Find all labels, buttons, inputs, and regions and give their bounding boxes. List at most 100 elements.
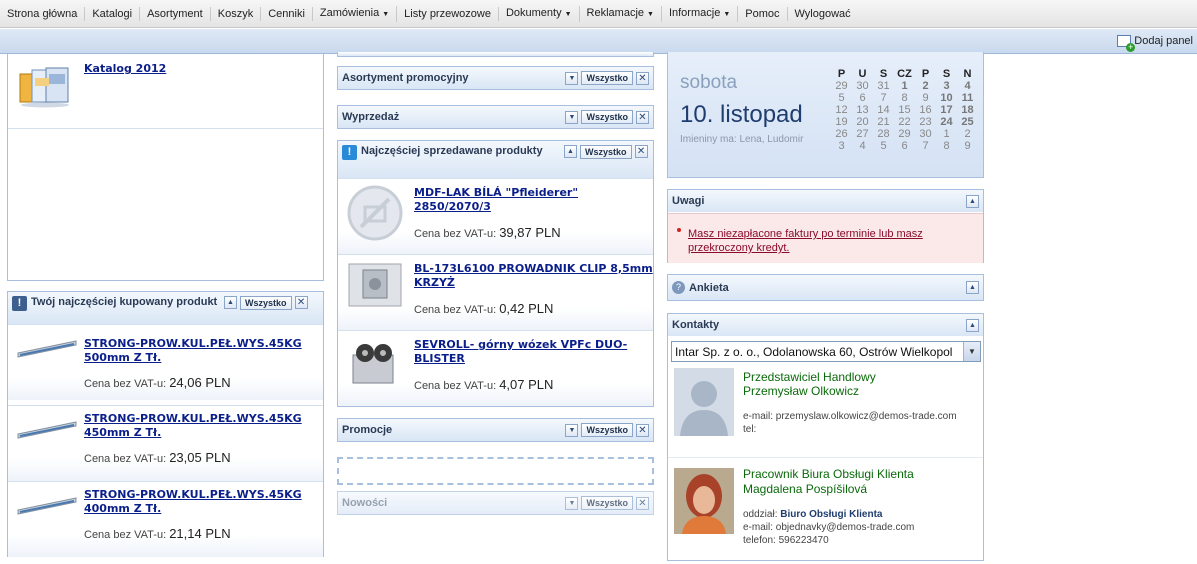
calendar-day[interactable]: 2 [957, 128, 978, 140]
product-link[interactable]: STRONG-PROW.KUL.PEŁ.WYS.45KG 400mm Z Tł. [84, 488, 324, 516]
calendar-day[interactable]: 22 [894, 116, 915, 128]
nameday: Imieniny ma: Lena, Ludomir [680, 134, 804, 145]
calendar-day[interactable]: 9 [915, 92, 936, 104]
calendar-day[interactable]: 21 [873, 116, 894, 128]
company-select[interactable]: Intar Sp. z o. o., Odolanowska 60, Ostró… [671, 341, 981, 362]
calendar-day[interactable]: 16 [915, 104, 936, 116]
calendar-day[interactable]: 6 [894, 140, 915, 152]
calendar-day[interactable]: 12 [831, 104, 852, 116]
product-thumbnail [345, 337, 405, 392]
calendar-day[interactable]: 26 [831, 128, 852, 140]
calendar-day[interactable]: 5 [873, 140, 894, 152]
calendar-day[interactable]: 4 [957, 80, 978, 92]
calendar-day[interactable]: 29 [831, 80, 852, 92]
calendar-day[interactable]: 18 [957, 104, 978, 116]
product-link[interactable]: SEVROLL- górny wózek VPFc DUO-BLISTER [414, 338, 654, 366]
show-all-button[interactable]: Wszystko [581, 110, 633, 124]
calendar-day[interactable]: 7 [873, 92, 894, 104]
close-button[interactable]: ✕ [634, 145, 648, 158]
calendar-day[interactable]: 11 [957, 92, 978, 104]
close-button[interactable]: ✕ [636, 496, 649, 510]
show-all-button[interactable]: Wszystko [580, 145, 632, 159]
product-price: Cena bez VAT-u: 39,87 PLN [414, 225, 561, 240]
show-all-button[interactable]: Wszystko [581, 71, 633, 85]
collapse-button[interactable]: ▲ [966, 194, 979, 208]
product-price: Cena bez VAT-u: 24,06 PLN [84, 375, 231, 390]
chevron-down-icon[interactable]: ▼ [963, 342, 980, 361]
calendar-day[interactable]: 3 [936, 80, 957, 92]
calendar-day[interactable]: 29 [894, 128, 915, 140]
collapse-button[interactable]: ▲ [564, 145, 577, 158]
help-icon: ? [672, 281, 685, 294]
calendar-day[interactable]: 30 [852, 80, 873, 92]
show-all-button[interactable]: Wszystko [581, 496, 633, 510]
calendar-day[interactable]: 7 [915, 140, 936, 152]
catalog-link[interactable]: Katalog 2012 [84, 62, 166, 76]
calendar-day[interactable]: 5 [831, 92, 852, 104]
expand-button[interactable]: ▼ [565, 110, 579, 124]
menu-item-assortment[interactable]: Asortyment [140, 6, 211, 21]
product-link[interactable]: STRONG-PROW.KUL.PEŁ.WYS.45KG 450mm Z Tł. [84, 412, 324, 440]
calendar-day[interactable]: 25 [957, 116, 978, 128]
collapse-button[interactable]: ▲ [966, 318, 979, 332]
calendar-day[interactable]: 10 [936, 92, 957, 104]
show-all-button[interactable]: Wszystko [581, 423, 633, 437]
menu-item-orders[interactable]: Zamówienia ▼ [313, 5, 398, 22]
calendar-day[interactable]: 30 [915, 128, 936, 140]
panel-drop-zone[interactable] [337, 457, 654, 485]
calendar-day[interactable]: 24 [936, 116, 957, 128]
calendar-day[interactable]: 17 [936, 104, 957, 116]
calendar-day[interactable]: 14 [873, 104, 894, 116]
calendar-day[interactable]: 2 [915, 80, 936, 92]
product-link[interactable]: MDF-LAK BÍLÁ "Pfleiderer" 2850/2070/3 [414, 186, 654, 214]
menu-item-complaints[interactable]: Reklamacje ▼ [580, 5, 662, 22]
calendar-day[interactable]: 15 [894, 104, 915, 116]
calendar-day[interactable]: 20 [852, 116, 873, 128]
calendar-day[interactable]: 23 [915, 116, 936, 128]
calendar-day[interactable]: 1 [894, 80, 915, 92]
calendar-day[interactable]: 8 [936, 140, 957, 152]
calendar-day[interactable]: 3 [831, 140, 852, 152]
add-panel-button[interactable]: Dodaj panel [1117, 35, 1193, 52]
calendar-day[interactable]: 31 [873, 80, 894, 92]
menu-item-logout[interactable]: Wylogować [788, 7, 858, 21]
product-thumbnail [345, 260, 405, 310]
close-button[interactable]: ✕ [636, 423, 649, 437]
show-all-button[interactable]: Wszystko [240, 296, 292, 310]
panel-title: Wyprzedaż [342, 111, 400, 123]
unpaid-invoices-link[interactable]: Masz niezapłacone faktury po terminie lu… [688, 227, 948, 255]
expand-button[interactable]: ▼ [565, 496, 579, 510]
menu-item-documents[interactable]: Dokumenty ▼ [499, 5, 580, 22]
close-button[interactable]: ✕ [636, 110, 649, 124]
menu-item-catalogs[interactable]: Katalogi [85, 6, 141, 21]
calendar-day[interactable]: 8 [894, 92, 915, 104]
menu-item-information[interactable]: Informacje ▼ [662, 5, 739, 22]
contact-email[interactable]: e-mail: objednavky@demos-trade.com [743, 522, 914, 533]
expand-button[interactable]: ▲ [966, 281, 979, 294]
close-button[interactable]: ✕ [294, 296, 308, 309]
calendar-day[interactable]: 27 [852, 128, 873, 140]
menu-item-cart[interactable]: Koszyk [211, 6, 262, 21]
calendar-day[interactable]: 4 [852, 140, 873, 152]
product-link[interactable]: BL-173L6100 PROWADNIK CLIP 8,5mm KRZYŻ [414, 262, 654, 290]
catalog-image [18, 66, 73, 108]
close-button[interactable]: ✕ [636, 71, 649, 85]
contact-email[interactable]: e-mail: przemyslaw.olkowicz@demos-trade.… [743, 411, 957, 422]
collapse-button[interactable]: ▲ [224, 296, 237, 309]
menu-label: Katalogi [92, 7, 133, 20]
calendar-day[interactable]: 13 [852, 104, 873, 116]
expand-button[interactable]: ▼ [565, 423, 579, 437]
product-link[interactable]: STRONG-PROW.KUL.PEŁ.WYS.45KG 500mm Z Tł. [84, 337, 324, 365]
menu-item-pricelists[interactable]: Cenniki [261, 6, 313, 21]
menu-item-waybills[interactable]: Listy przewozowe [397, 6, 499, 21]
calendar-day[interactable]: 28 [873, 128, 894, 140]
calendar-day[interactable]: 9 [957, 140, 978, 152]
menu-item-help[interactable]: Pomoc [738, 6, 788, 21]
menu-item-home[interactable]: Strona główna [0, 6, 86, 21]
calendar-day[interactable]: 1 [936, 128, 957, 140]
expand-button[interactable]: ▼ [565, 71, 579, 85]
price-label: Cena bez VAT-u: [84, 529, 167, 541]
add-panel-icon [1117, 35, 1136, 52]
calendar-day[interactable]: 19 [831, 116, 852, 128]
calendar-day[interactable]: 6 [852, 92, 873, 104]
